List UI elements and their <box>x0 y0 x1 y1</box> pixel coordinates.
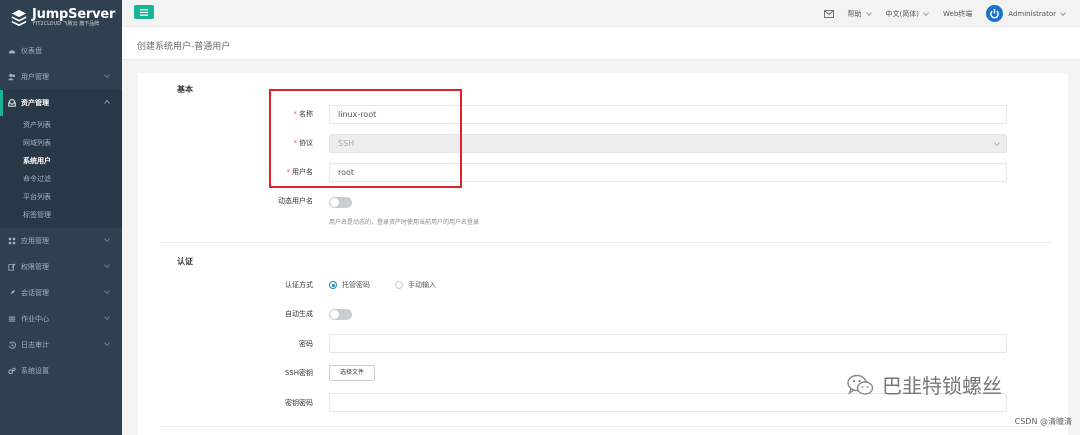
sidebar: JumpServer FIT2CLOUD 飞致云 旗下品牌 仪表盘 用户管理 资… <box>0 0 122 435</box>
chevron-up-icon <box>104 99 110 104</box>
history-icon <box>8 341 16 349</box>
watermark-text: 巴韭特锁螺丝 <box>882 374 1002 398</box>
sidebar-item-permissions[interactable]: 权限管理 <box>0 254 122 280</box>
wechat-watermark: 巴韭特锁螺丝 <box>846 370 1002 399</box>
help-menu[interactable]: 帮助 <box>848 9 872 19</box>
dynamic-username-help: 用户名是动态的，登录资产时使用当前用户的用户名登录 <box>329 219 480 226</box>
sidebar-item-audit-logs[interactable]: 日志审计 <box>0 332 122 358</box>
radio-checked <box>329 281 337 289</box>
language-menu[interactable]: 中文(简体) <box>886 9 929 19</box>
auto-generate-label: 自动生成 <box>285 310 313 318</box>
chevron-down-icon <box>923 11 929 16</box>
sidebar-item-settings[interactable]: 系统设置 <box>0 358 122 384</box>
chevron-down-icon <box>865 11 872 16</box>
envelope-icon <box>823 9 834 18</box>
section-title-auth: 认证 <box>177 257 193 266</box>
sidebar-subitem-label-manage[interactable]: 标签管理 <box>0 206 122 224</box>
web-terminal-label: Web终端 <box>943 9 973 18</box>
sidebar-item-dashboard[interactable]: 仪表盘 <box>0 38 122 64</box>
sidebar-subitem-asset-list[interactable]: 资产列表 <box>0 116 122 134</box>
edit-icon <box>8 263 16 271</box>
sidebar-subitem-domain-list[interactable]: 网域列表 <box>0 134 122 152</box>
sidebar-subitem-command-filter[interactable]: 命令过滤 <box>0 170 122 188</box>
page-header: 创建系统用户-普通用户 <box>122 27 1080 60</box>
sidebar-item-applications[interactable]: 应用管理 <box>0 228 122 254</box>
auto-generate-toggle[interactable] <box>329 309 352 320</box>
section-divider <box>160 242 1053 243</box>
chevron-down-icon <box>1060 11 1066 16</box>
sidebar-subitem-platform-list[interactable]: 平台列表 <box>0 188 122 206</box>
gears-icon <box>8 367 16 375</box>
inbox-icon <box>8 99 16 107</box>
dynamic-username-label: 动态用户名 <box>278 197 313 205</box>
sidebar-item-sessions[interactable]: 会话管理 <box>0 280 122 306</box>
chevron-down-icon <box>104 238 110 243</box>
users-icon <box>8 73 15 81</box>
toggle-sidebar-button[interactable] <box>134 5 154 19</box>
key-passphrase-label: 密钥密码 <box>285 399 313 407</box>
sidebar-item-label: 日志审计 <box>21 341 49 349</box>
sidebar-item-label: 应用管理 <box>21 237 49 245</box>
chevron-down-icon <box>104 290 110 295</box>
sidebar-subitem-system-users[interactable]: 系统用户 <box>0 152 122 170</box>
auth-method-manual[interactable]: 手动输入 <box>395 280 436 290</box>
web-terminal-link[interactable]: Web终端 <box>943 9 972 19</box>
rocket-icon <box>8 289 16 297</box>
ssh-key-label: SSH密钥 <box>284 369 313 377</box>
avatar <box>986 5 1004 22</box>
chevron-down-icon <box>104 342 110 347</box>
user-name: Administrator <box>1008 9 1056 18</box>
section-title-basic: 基本 <box>177 85 193 94</box>
sidebar-item-label: 用户管理 <box>21 73 49 81</box>
brand-title: JumpServer <box>32 7 116 22</box>
password-input[interactable] <box>329 334 1007 353</box>
section-divider <box>160 426 1053 427</box>
csdn-watermark: CSDN @清瞳清 <box>1014 417 1072 426</box>
sidebar-item-label: 作业中心 <box>21 315 49 323</box>
notifications-button[interactable] <box>823 9 834 18</box>
auth-method-radios: 托管密码 手动输入 <box>329 280 461 290</box>
chevron-down-icon <box>104 74 110 79</box>
language-label: 中文(简体) <box>885 9 920 18</box>
jumpserver-logo-icon <box>11 9 27 26</box>
sidebar-nav: 仪表盘 用户管理 资产管理 资产列表 网域列表 系统用户 命令过滤 平台列表 标… <box>0 38 122 384</box>
choose-file-button[interactable]: 选择文件 <box>329 365 375 381</box>
top-navbar: 帮助 中文(简体) Web终端 Administrator <box>122 0 1080 27</box>
list-icon <box>8 316 16 322</box>
sidebar-item-label: 会话管理 <box>21 289 49 297</box>
sidebar-item-jobs[interactable]: 作业中心 <box>0 306 122 332</box>
password-label: 密码 <box>299 340 313 348</box>
top-right-menu: 帮助 中文(简体) Web终端 Administrator <box>810 0 1066 27</box>
menu-icon <box>140 8 148 16</box>
help-label: 帮助 <box>847 9 862 18</box>
auth-method-label: 认证方式 <box>285 281 313 289</box>
chevron-down-icon <box>994 142 1000 147</box>
wechat-icon <box>847 374 874 395</box>
chevron-down-icon <box>104 316 110 321</box>
annotation-highlight-box <box>269 89 462 188</box>
auth-method-managed[interactable]: 托管密码 <box>329 280 370 290</box>
logo[interactable]: JumpServer FIT2CLOUD 飞致云 旗下品牌 <box>0 0 122 30</box>
sidebar-item-users[interactable]: 用户管理 <box>0 64 122 90</box>
sidebar-item-label: 资产管理 <box>21 99 49 107</box>
sidebar-item-label: 系统设置 <box>21 367 49 375</box>
page-title: 创建系统用户-普通用户 <box>137 42 231 52</box>
power-icon <box>990 8 1000 19</box>
user-menu[interactable]: Administrator <box>986 5 1066 22</box>
chevron-down-icon <box>104 264 110 269</box>
sidebar-item-label: 仪表盘 <box>21 47 42 55</box>
grid-icon <box>8 237 16 245</box>
sidebar-item-assets[interactable]: 资产管理 <box>0 90 122 116</box>
sidebar-item-label: 权限管理 <box>21 263 49 271</box>
assets-submenu: 资产列表 网域列表 系统用户 命令过滤 平台列表 标签管理 <box>0 116 122 228</box>
dashboard-icon <box>8 50 16 54</box>
dynamic-username-toggle[interactable] <box>329 197 352 208</box>
radio-unchecked <box>395 281 403 289</box>
